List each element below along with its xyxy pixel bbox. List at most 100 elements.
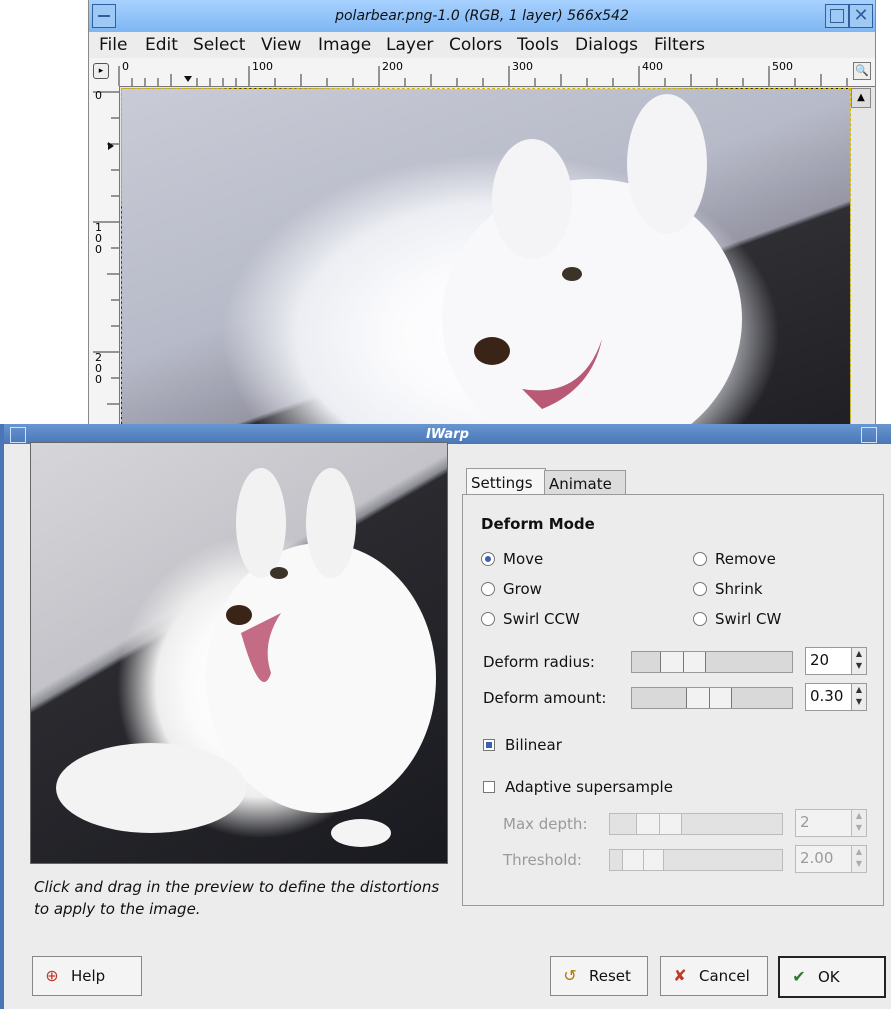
radio-swirl-cw[interactable]: Swirl CW: [693, 609, 781, 629]
horizontal-ruler: ▸ 0 100 200 300 400 500 🔍: [89, 58, 875, 87]
menu-colors[interactable]: Colors: [449, 35, 502, 55]
menu-select[interactable]: Select: [193, 35, 245, 55]
ruler-label: 1 0 0: [95, 221, 102, 256]
vertical-ruler: 0 1 0 0 2 0 0: [89, 86, 120, 430]
radio-label: Grow: [503, 580, 542, 598]
tab-animate[interactable]: Animate: [544, 470, 626, 497]
lifebuoy-icon: ⊕: [45, 966, 59, 985]
preview-image[interactable]: [30, 442, 448, 864]
radio-selected-icon: [481, 552, 495, 566]
deform-radius-spinner[interactable]: 20 ▲ ▼: [805, 647, 867, 675]
slider-handle[interactable]: [686, 688, 732, 708]
cancel-button[interactable]: ✘ Cancel: [660, 956, 768, 996]
image-window: polarbear.png-1.0 (RGB, 1 layer) 566x542…: [88, 0, 876, 432]
radio-icon: [693, 552, 707, 566]
reset-icon: ↺: [563, 966, 577, 985]
checkbox-checked-icon: [483, 739, 495, 751]
radio-label: Swirl CW: [715, 610, 782, 628]
radio-move[interactable]: Move: [481, 549, 543, 569]
deform-amount-spinner[interactable]: 0.30 ▲ ▼: [805, 683, 867, 711]
scroll-up-arrow[interactable]: ▲: [851, 88, 871, 108]
radio-grow[interactable]: Grow: [481, 579, 542, 599]
deform-radius-slider[interactable]: [631, 651, 793, 673]
ruler-label: 200: [382, 60, 403, 73]
preview-hint: Click and drag in the preview to define …: [34, 878, 440, 918]
radio-label: Swirl CCW: [503, 610, 580, 628]
ruler-label: 400: [642, 60, 663, 73]
radio-label: Move: [503, 550, 544, 568]
checkbox-label: Adaptive supersample: [505, 778, 673, 796]
deform-amount-slider[interactable]: [631, 687, 793, 709]
radio-swirl-ccw[interactable]: Swirl CCW: [481, 609, 580, 629]
menu-dialogs[interactable]: Dialogs: [575, 35, 638, 55]
radio-icon: [693, 612, 707, 626]
maximize-icon[interactable]: [861, 427, 877, 443]
menu-file[interactable]: File: [99, 35, 127, 55]
slider-handle[interactable]: [622, 850, 664, 870]
menu-layer[interactable]: Layer: [386, 35, 433, 55]
ruler-ticks: [93, 91, 119, 405]
adaptive-supersample-checkbox[interactable]: Adaptive supersample: [483, 777, 673, 797]
radio-label: Remove: [715, 550, 776, 568]
radio-icon: [693, 582, 707, 596]
ruler-label: 2 0 0: [95, 351, 102, 386]
ruler-label: 500: [772, 60, 793, 73]
ok-checkmark-icon: ✔: [792, 967, 806, 986]
iwarp-dialog: IWarp Click and drag in the preview to d…: [0, 424, 891, 1009]
spinner-arrows-icon[interactable]: ▲ ▼: [851, 846, 866, 872]
spinner-value: 0.30: [810, 687, 844, 705]
dog-photo: [442, 94, 742, 431]
deform-radius-label: Deform radius:: [483, 653, 595, 671]
spinner-value: 20: [810, 651, 830, 669]
radio-label: Shrink: [715, 580, 763, 598]
checkbox-label: Bilinear: [505, 736, 562, 754]
threshold-spinner[interactable]: 2.00 ▲ ▼: [795, 845, 867, 873]
preview-dog: [56, 468, 436, 847]
ruler-label: 0: [122, 60, 129, 73]
deform-amount-label: Deform amount:: [483, 689, 607, 707]
max-depth-slider[interactable]: [609, 813, 783, 835]
dialog-title: IWarp: [426, 427, 469, 442]
button-label: OK: [818, 968, 840, 986]
tab-settings[interactable]: Settings: [466, 468, 546, 497]
radio-remove[interactable]: Remove: [693, 549, 776, 569]
slider-handle[interactable]: [636, 814, 682, 834]
bilinear-checkbox[interactable]: Bilinear: [483, 735, 562, 755]
menu-view[interactable]: View: [261, 35, 301, 55]
ruler-label: 100: [252, 60, 273, 73]
ok-button[interactable]: ✔ OK: [778, 956, 886, 998]
menu-image[interactable]: Image: [318, 35, 371, 55]
radio-icon: [481, 612, 495, 626]
threshold-label: Threshold:: [503, 851, 582, 869]
spinner-arrows-icon[interactable]: ▲ ▼: [851, 810, 866, 836]
button-label: Help: [71, 967, 106, 985]
menu-filters[interactable]: Filters: [654, 35, 705, 55]
ruler-label: 0: [95, 89, 102, 102]
maximize-icon[interactable]: [825, 4, 849, 28]
button-label: Reset: [589, 967, 631, 985]
spinner-arrows-icon[interactable]: ▲ ▼: [851, 648, 866, 674]
radio-icon: [481, 582, 495, 596]
settings-panel: Deform Mode Move Remove Grow Shrink Swir…: [462, 494, 884, 906]
image-canvas[interactable]: [121, 88, 851, 432]
menu-edit[interactable]: Edit: [145, 35, 178, 55]
reset-button[interactable]: ↺ Reset: [550, 956, 648, 996]
checkbox-icon: [483, 781, 495, 793]
image-window-title: polarbear.png-1.0 (RGB, 1 layer) 566x542: [335, 8, 629, 24]
spinner-value: 2: [800, 813, 810, 831]
zoom-icon[interactable]: 🔍: [853, 62, 871, 80]
cancel-x-icon: ✘: [673, 966, 687, 985]
max-depth-spinner[interactable]: 2 ▲ ▼: [795, 809, 867, 837]
image-window-titlebar[interactable]: polarbear.png-1.0 (RGB, 1 layer) 566x542…: [89, 0, 875, 33]
spinner-value: 2.00: [800, 849, 834, 867]
radio-shrink[interactable]: Shrink: [693, 579, 763, 599]
ruler-ticks: [118, 66, 848, 86]
spinner-arrows-icon[interactable]: ▲ ▼: [851, 684, 866, 710]
threshold-slider[interactable]: [609, 849, 783, 871]
deform-mode-title: Deform Mode: [481, 515, 595, 533]
help-button[interactable]: ⊕ Help: [32, 956, 142, 996]
close-icon[interactable]: ✕: [849, 4, 873, 28]
slider-handle[interactable]: [660, 652, 706, 672]
dialog-titlebar[interactable]: IWarp: [4, 424, 891, 444]
menu-tools[interactable]: Tools: [517, 35, 559, 55]
